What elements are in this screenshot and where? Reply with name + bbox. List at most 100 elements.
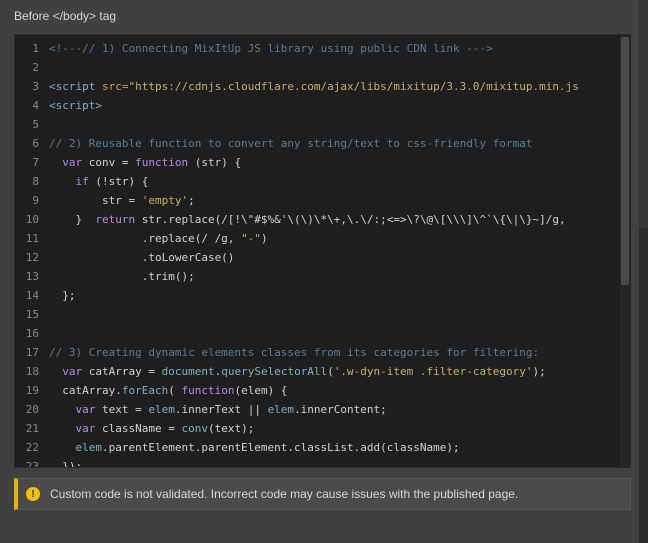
line-number: 20: [25, 403, 39, 416]
line-text: };: [49, 286, 620, 305]
code-line[interactable]: 11 .replace(/ /g, "-"): [15, 229, 620, 248]
line-number: 2: [32, 61, 39, 74]
line-text: } return str.replace(/[!\"#$%&'\(\)\*\+,…: [49, 210, 620, 229]
line-number: 23: [25, 460, 39, 467]
warning-icon: !: [26, 487, 40, 501]
notice-text: Custom code is not validated. Incorrect …: [50, 487, 519, 501]
code-token: function: [135, 156, 195, 169]
code-editor[interactable]: 1 <!---// 1) Connecting MixItUp JS librar…: [14, 34, 631, 468]
code-token: catArray =: [88, 365, 162, 378]
line-number: 3: [32, 80, 39, 93]
code-token: var: [49, 422, 102, 435]
code-line[interactable]: 8 if (!str) {: [15, 172, 620, 191]
editor-scrollbar[interactable]: [620, 35, 630, 467]
code-line[interactable]: 22 elem.parentElement.parentElement.clas…: [15, 438, 620, 457]
code-line[interactable]: 1 <!---// 1) Connecting MixItUp JS librar…: [15, 39, 620, 58]
line-number: 17: [25, 346, 39, 359]
code-line[interactable]: 16: [15, 324, 620, 343]
code-token: forEach: [121, 384, 169, 397]
line-text: .trim();: [49, 267, 620, 286]
line-number: 4: [32, 99, 39, 112]
line-number: 21: [25, 422, 39, 435]
code-line[interactable]: 15: [15, 305, 620, 324]
page-scrollbar-thumb[interactable]: [639, 228, 648, 543]
code-token: ): [260, 232, 268, 245]
code-token: (!str) {: [95, 175, 149, 188]
line-text: // 2) Reusable function to convert any s…: [49, 134, 620, 153]
code-line[interactable]: 21 var className = conv(text);: [15, 419, 620, 438]
code-line[interactable]: 23 });: [15, 457, 620, 467]
line-number: 11: [25, 232, 39, 245]
page-scrollbar[interactable]: [639, 0, 648, 543]
code-token: var: [49, 403, 102, 416]
code-line[interactable]: 12 .toLowerCase(): [15, 248, 620, 267]
code-token: elem: [267, 403, 295, 416]
line-number: 15: [25, 308, 39, 321]
code-token: str.replace(/[!\"#$%&'\(\)\*\+,\.\/:;<=>…: [141, 213, 573, 226]
code-line[interactable]: 4 <script>: [15, 96, 620, 115]
line-text: str = 'empty';: [49, 191, 620, 210]
code-line[interactable]: 14 };: [15, 286, 620, 305]
code-token: className =: [101, 422, 182, 435]
code-line[interactable]: 19 catArray.forEach( function(elem) {: [15, 381, 620, 400]
line-number: 12: [25, 251, 39, 264]
line-text: elem.parentElement.parentElement.classLi…: [49, 438, 620, 457]
code-token: querySelectorAll: [221, 365, 328, 378]
line-text: <script>: [49, 96, 620, 115]
line-text: catArray.forEach( function(elem) {: [49, 381, 620, 400]
code-token: <script: [49, 80, 102, 93]
code-line[interactable]: 18 var catArray = document.querySelector…: [15, 362, 620, 381]
code-token: .innerText ||: [174, 403, 268, 416]
section-label: Before </body> tag: [14, 9, 117, 23]
code-line[interactable]: 17 // 3) Creating dynamic elements classe…: [15, 343, 620, 362]
code-token: elem: [49, 441, 102, 454]
line-number: 19: [25, 384, 39, 397]
code-token: <!---// 1) Connecting MixItUp JS library…: [49, 42, 493, 55]
code-line[interactable]: 20 var text = elem.innerText || elem.inn…: [15, 400, 620, 419]
code-line[interactable]: 9 str = 'empty';: [15, 191, 620, 210]
code-line[interactable]: 3 <script src="https://cdnjs.cloudflare.c…: [15, 77, 620, 96]
code-token: });: [49, 460, 83, 467]
line-text: if (!str) {: [49, 172, 620, 191]
line-text: var catArray = document.querySelectorAll…: [49, 362, 620, 381]
validation-notice: ! Custom code is not validated. Incorrec…: [14, 478, 631, 510]
code-line[interactable]: 6 // 2) Reusable function to convert any …: [15, 134, 620, 153]
code-token: conv: [181, 422, 208, 435]
line-text: [49, 305, 620, 324]
code-token: "https://cdnjs.cloudflare.com/ajax/libs/…: [128, 80, 579, 93]
code-token: ;: [188, 194, 195, 207]
line-number: 9: [32, 194, 39, 207]
line-text: .toLowerCase(): [49, 248, 620, 267]
line-number: 13: [25, 270, 39, 283]
code-area[interactable]: 1 <!---// 1) Connecting MixItUp JS librar…: [15, 39, 620, 467]
code-token: str =: [49, 194, 142, 207]
editor-scrollbar-thumb[interactable]: [621, 37, 629, 285]
line-number: 8: [32, 175, 39, 188]
line-number: 5: [32, 118, 39, 131]
code-token: document: [161, 365, 215, 378]
code-line[interactable]: 2: [15, 58, 620, 77]
line-number: 1: [32, 42, 39, 55]
code-line[interactable]: 13 .trim();: [15, 267, 620, 286]
line-text: <script src="https://cdnjs.cloudflare.co…: [49, 77, 620, 96]
line-number: 18: [25, 365, 39, 378]
code-token: var: [49, 156, 89, 169]
code-line[interactable]: 5: [15, 115, 620, 134]
code-token: 'empty': [141, 194, 189, 207]
code-token: .innerContent;: [294, 403, 387, 416]
code-line[interactable]: 7 var conv = function (str) {: [15, 153, 620, 172]
code-token: }: [49, 213, 96, 226]
code-token: elem: [148, 403, 175, 416]
code-token: .toLowerCase(): [49, 251, 235, 264]
code-token: src=: [101, 80, 129, 93]
line-text: [49, 58, 620, 77]
code-token: '.w-dyn-item .filter-category': [333, 365, 533, 378]
line-number: 10: [25, 213, 39, 226]
code-token: (str) {: [194, 156, 242, 169]
line-text: [49, 115, 620, 134]
code-token: (: [168, 384, 182, 397]
line-text: .replace(/ /g, "-"): [49, 229, 620, 248]
code-line[interactable]: 10 } return str.replace(/[!\"#$%&'\(\)\*…: [15, 210, 620, 229]
line-number: 16: [25, 327, 39, 340]
code-token: .replace(/ /g,: [49, 232, 242, 245]
